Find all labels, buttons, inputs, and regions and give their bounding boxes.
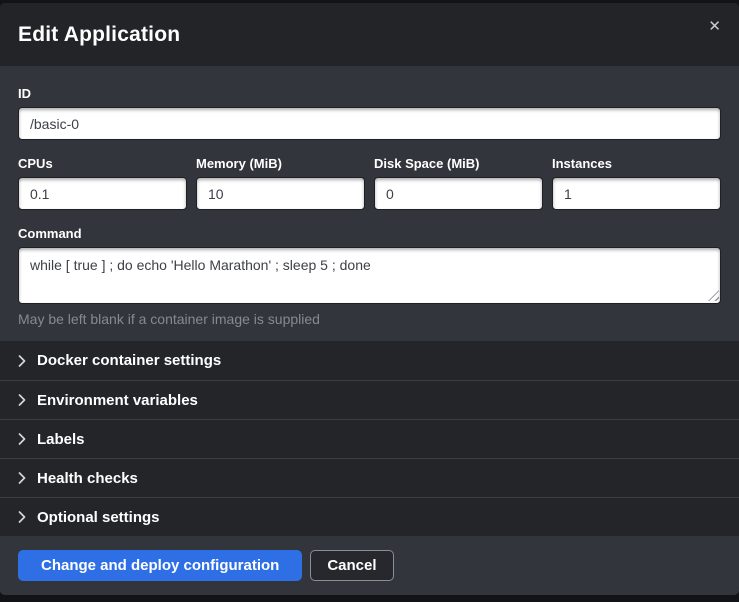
instances-input[interactable]: [552, 177, 721, 210]
memory-field-group: Memory (MiB): [196, 156, 365, 210]
command-label: Command: [18, 226, 721, 241]
disk-label: Disk Space (MiB): [374, 156, 543, 171]
section-label: Optional settings: [37, 509, 160, 526]
modal-title: Edit Application: [18, 23, 180, 47]
command-field-group: Command while [ true ] ; do echo 'Hello …: [18, 226, 721, 341]
edit-application-modal: Edit Application ✕ ID CPUs Memory (MiB) …: [0, 3, 739, 595]
memory-input[interactable]: [196, 177, 365, 210]
resources-row: CPUs Memory (MiB) Disk Space (MiB) Insta…: [18, 156, 721, 210]
cpus-label: CPUs: [18, 156, 187, 171]
disk-field-group: Disk Space (MiB): [374, 156, 543, 210]
section-health-checks[interactable]: Health checks: [0, 458, 739, 497]
section-labels[interactable]: Labels: [0, 419, 739, 458]
chevron-right-icon: [18, 355, 26, 367]
section-optional-settings[interactable]: Optional settings: [0, 497, 739, 536]
command-textarea[interactable]: while [ true ] ; do echo 'Hello Marathon…: [18, 247, 721, 304]
collapsible-sections: Docker container settings Environment va…: [0, 341, 739, 536]
memory-label: Memory (MiB): [196, 156, 365, 171]
modal-footer: Change and deploy configuration Cancel: [0, 536, 739, 595]
instances-label: Instances: [552, 156, 721, 171]
chevron-right-icon: [18, 433, 26, 445]
chevron-right-icon: [18, 394, 26, 406]
cpus-input[interactable]: [18, 177, 187, 210]
section-label: Labels: [37, 431, 85, 448]
instances-field-group: Instances: [552, 156, 721, 210]
section-label: Environment variables: [37, 392, 198, 409]
chevron-right-icon: [18, 472, 26, 484]
id-label: ID: [18, 86, 721, 101]
id-field-group: ID: [18, 86, 721, 140]
close-icon[interactable]: ✕: [704, 17, 725, 36]
section-label: Docker container settings: [37, 352, 221, 369]
disk-input[interactable]: [374, 177, 543, 210]
command-textarea-wrap: while [ true ] ; do echo 'Hello Marathon…: [18, 247, 721, 304]
cpus-field-group: CPUs: [18, 156, 187, 210]
section-environment-variables[interactable]: Environment variables: [0, 380, 739, 419]
section-label: Health checks: [37, 470, 138, 487]
chevron-right-icon: [18, 511, 26, 523]
modal-header: Edit Application ✕: [0, 3, 739, 66]
section-docker-container-settings[interactable]: Docker container settings: [0, 341, 739, 380]
change-and-deploy-button[interactable]: Change and deploy configuration: [18, 550, 302, 581]
cancel-button[interactable]: Cancel: [310, 550, 393, 581]
id-input[interactable]: [18, 107, 721, 140]
command-help-text: May be left blank if a container image i…: [18, 311, 721, 341]
application-form: ID CPUs Memory (MiB) Disk Space (MiB) In…: [0, 66, 739, 341]
